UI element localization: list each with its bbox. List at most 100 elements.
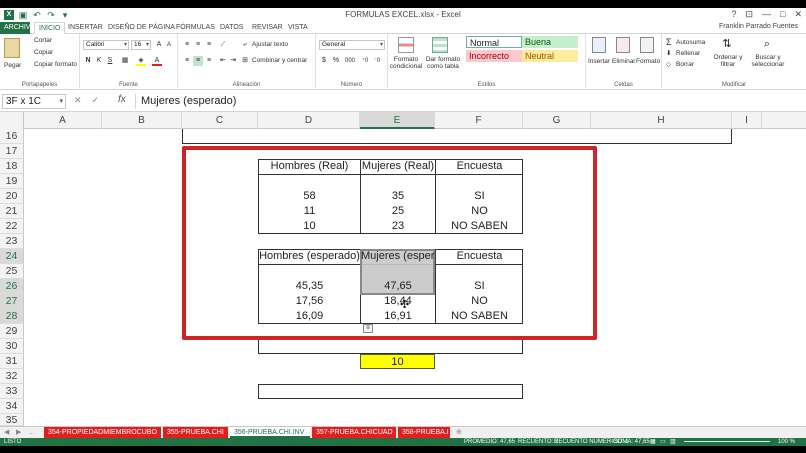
highlight-cell[interactable]: 10 (360, 354, 435, 369)
row-header[interactable]: 28 (0, 309, 24, 324)
wrap-text-icon[interactable]: ⤶ (240, 40, 250, 50)
clear-icon[interactable]: ◇ (666, 60, 671, 68)
sheet-tab[interactable]: 354-PROPIEDADMIEMBROCUBO (44, 427, 161, 438)
conditional-format-button[interactable]: Formato condicional (388, 56, 424, 70)
sheet-tab[interactable]: 358-PRUEBA.I (398, 427, 450, 438)
wrap-text-button[interactable]: Ajustar texto (252, 41, 288, 48)
shrink-font-icon[interactable]: A (164, 40, 174, 50)
delete-cells-button[interactable]: Eliminar (612, 58, 635, 65)
currency-button[interactable]: $ (319, 56, 329, 66)
style-normal[interactable]: Normal (466, 36, 522, 48)
insert-function-icon[interactable]: fx (118, 94, 126, 105)
align-right-icon[interactable]: ≡ (204, 56, 214, 66)
sort-filter-icon[interactable]: ⇅ (720, 37, 734, 51)
view-layout-icon[interactable]: ▭ (660, 438, 666, 446)
row-header[interactable]: 18 (0, 159, 24, 174)
confirm-entry-icon[interactable]: ✓ (92, 95, 100, 106)
tab-next-icon[interactable]: ▶ (16, 427, 21, 438)
view-pagebreak-icon[interactable]: ▥ (670, 438, 676, 446)
name-box[interactable]: 3F x 1C ▾ (2, 94, 66, 109)
column-header-c[interactable]: C (182, 112, 258, 129)
paste-button[interactable]: Pegar (4, 62, 21, 69)
style-neutral[interactable]: Neutral (522, 50, 578, 62)
tab-prev-icon[interactable]: ◀ (4, 427, 9, 438)
copy-button[interactable]: Copiar (34, 49, 53, 56)
format-cells-button[interactable]: Formato (636, 58, 660, 65)
tab-diseno-pagina[interactable]: DISEÑO DE PÁGINA (104, 22, 179, 34)
find-select-icon[interactable]: ⌕ (760, 37, 774, 51)
row-header[interactable]: 21 (0, 204, 24, 219)
zoom-level[interactable]: 100 % (778, 438, 795, 446)
minimize-button[interactable]: — (762, 9, 771, 20)
tab-formulas[interactable]: FÓRMULAS (172, 22, 219, 34)
align-left-icon[interactable]: ≡ (182, 56, 192, 66)
autosum-icon[interactable]: Σ (666, 37, 672, 47)
column-header-d[interactable]: D (258, 112, 360, 129)
borders-icon[interactable]: ▦ (120, 56, 130, 66)
font-size-select[interactable]: 16 ▾ (131, 40, 151, 50)
sort-filter-button[interactable]: Ordenar y filtrar (710, 54, 746, 68)
column-header-a[interactable]: A (24, 112, 102, 129)
fill-button[interactable]: Rellenar (676, 50, 700, 57)
row-header[interactable]: 35 (0, 414, 24, 426)
tab-archivo[interactable]: ARCHIVO (0, 22, 36, 34)
column-header-b[interactable]: B (102, 112, 182, 129)
column-header-i[interactable]: I (732, 112, 762, 129)
insert-cells-button[interactable]: Insertar (588, 58, 610, 65)
close-button[interactable]: ✕ (794, 9, 802, 20)
decrease-decimal-icon[interactable]: ⁻0 (372, 56, 382, 66)
row-header[interactable]: 17 (0, 144, 24, 159)
row-header[interactable]: 33 (0, 384, 24, 399)
column-header-e[interactable]: E (360, 112, 435, 129)
font-color-icon[interactable]: A (152, 56, 162, 66)
row-header[interactable]: 30 (0, 339, 24, 354)
view-normal-icon[interactable]: ▦ (650, 438, 656, 446)
row-header[interactable]: 32 (0, 369, 24, 384)
italic-button[interactable]: K (94, 56, 104, 66)
grow-font-icon[interactable]: A (154, 40, 164, 50)
row-header[interactable]: 31 (0, 354, 24, 369)
font-name-select[interactable]: Calibri ▾ (83, 40, 129, 50)
fill-icon[interactable]: ⬇ (666, 49, 671, 57)
column-header-f[interactable]: F (435, 112, 523, 129)
format-as-table-button[interactable]: Dar formato como tabla (424, 56, 462, 70)
thousands-button[interactable]: 000 (343, 56, 357, 66)
tab-insertar[interactable]: INSERTAR (64, 22, 107, 34)
align-center-icon[interactable]: ≡ (193, 56, 203, 66)
style-good[interactable]: Buena (522, 36, 578, 48)
help-button[interactable]: ? (731, 9, 736, 20)
decrease-indent-icon[interactable]: ⇤ (218, 56, 228, 66)
cancel-entry-icon[interactable]: ✕ (74, 95, 82, 106)
row-header[interactable]: 29 (0, 324, 24, 339)
ribbon-display-button[interactable]: ⊡ (745, 9, 753, 20)
tab-inicio[interactable]: INICIO (34, 22, 66, 34)
insert-cells-icon[interactable] (592, 37, 606, 53)
clear-button[interactable]: Borrar (676, 61, 694, 68)
increase-decimal-icon[interactable]: ⁺0 (360, 56, 370, 66)
paste-icon[interactable] (4, 38, 20, 58)
style-bad[interactable]: Incorrecto (466, 50, 522, 62)
user-name[interactable]: Franklin Parrado Fuentes (719, 23, 798, 30)
worksheet-grid[interactable]: A B C D E F G H I 16 17 18 19 20 21 22 2… (0, 112, 806, 426)
tab-vista[interactable]: VISTA (284, 22, 312, 34)
bold-button[interactable]: N (83, 56, 93, 66)
align-bottom-icon[interactable]: ≡ (204, 40, 214, 50)
column-header-h[interactable]: H (591, 112, 732, 129)
conditional-format-icon[interactable] (398, 37, 414, 53)
align-middle-icon[interactable]: ≡ (193, 40, 203, 50)
row-header[interactable]: 19 (0, 174, 24, 189)
format-cells-icon[interactable] (640, 37, 654, 53)
formula-input[interactable]: Mujeres (esperado) (135, 94, 804, 109)
sheet-tab-active[interactable]: 356-PRUEBA.CHI.INV (230, 427, 310, 438)
number-format-select[interactable]: General ▾ (319, 40, 385, 50)
increase-indent-icon[interactable]: ⇥ (228, 56, 238, 66)
row-header[interactable]: 24 (0, 249, 24, 264)
tab-datos[interactable]: DATOS (216, 22, 247, 34)
select-all-corner[interactable] (0, 112, 24, 129)
find-select-button[interactable]: Buscar y seleccionar (748, 54, 788, 68)
delete-cells-icon[interactable] (616, 37, 630, 53)
zoom-slider[interactable] (684, 441, 770, 442)
row-header[interactable]: 34 (0, 399, 24, 414)
row-header[interactable]: 25 (0, 264, 24, 279)
sheet-tab[interactable]: 355-PRUEBA.CHI (163, 427, 228, 438)
